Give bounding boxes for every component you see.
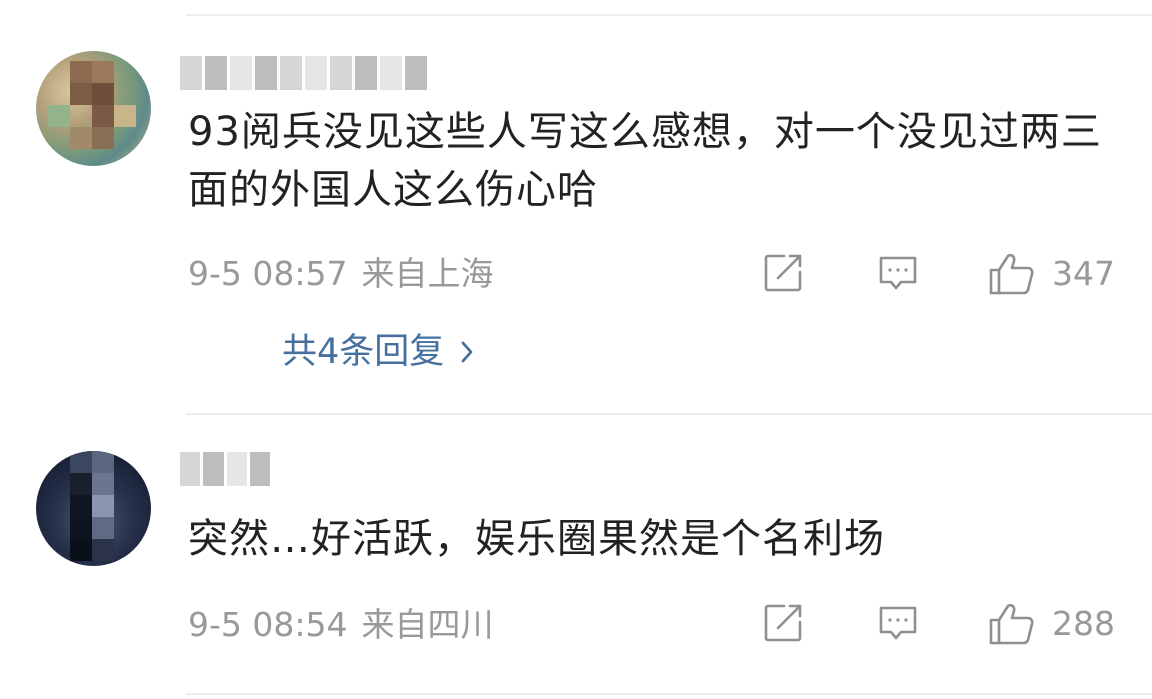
share-button[interactable] [762,252,804,294]
comment-date: 9-5 08:57 [188,254,348,293]
avatar[interactable] [36,451,151,566]
reply-button[interactable] [877,602,919,644]
comment-text: 突然…好活跃，娱乐圈果然是个名利场 [188,516,885,562]
comment-item: 93阅兵没见这些人写这么感想，对一个没见过两三面的外国人这么伤心哈 9-5 08… [0,0,1152,413]
thumbs-up-icon [989,253,1034,295]
comment-item: 突然…好活跃，娱乐圈果然是个名利场 9-5 08:54 来自四川 288 [0,415,1152,693]
share-icon [764,254,802,292]
comment-icon [879,256,917,290]
like-count: 288 [1052,604,1115,643]
bottom-divider [186,693,1152,695]
share-button[interactable] [762,602,804,644]
like-count: 347 [1052,254,1115,293]
view-replies-link[interactable]: 共4条回复 [282,330,474,374]
avatar[interactable] [36,51,151,166]
comment-meta: 9-5 08:57 来自上海 [188,254,494,294]
like-button[interactable]: 288 [988,602,1115,646]
comment-meta: 9-5 08:54 来自四川 [188,605,494,645]
chevron-right-icon [460,340,474,364]
comment-date: 9-5 08:54 [188,605,348,644]
comment-text: 93阅兵没见这些人写这么感想，对一个没见过两三面的外国人这么伤心哈 [188,109,1102,213]
replies-label: 共4条回复 [282,332,445,372]
comment-location: 来自上海 [361,254,494,293]
username-redacted[interactable] [180,56,430,90]
like-button[interactable]: 347 [988,252,1115,296]
share-icon [764,604,802,642]
comment-icon [879,606,917,640]
username-redacted[interactable] [180,452,270,486]
thumbs-up-icon [989,603,1034,645]
comment-location: 来自四川 [361,605,494,644]
reply-button[interactable] [877,252,919,294]
